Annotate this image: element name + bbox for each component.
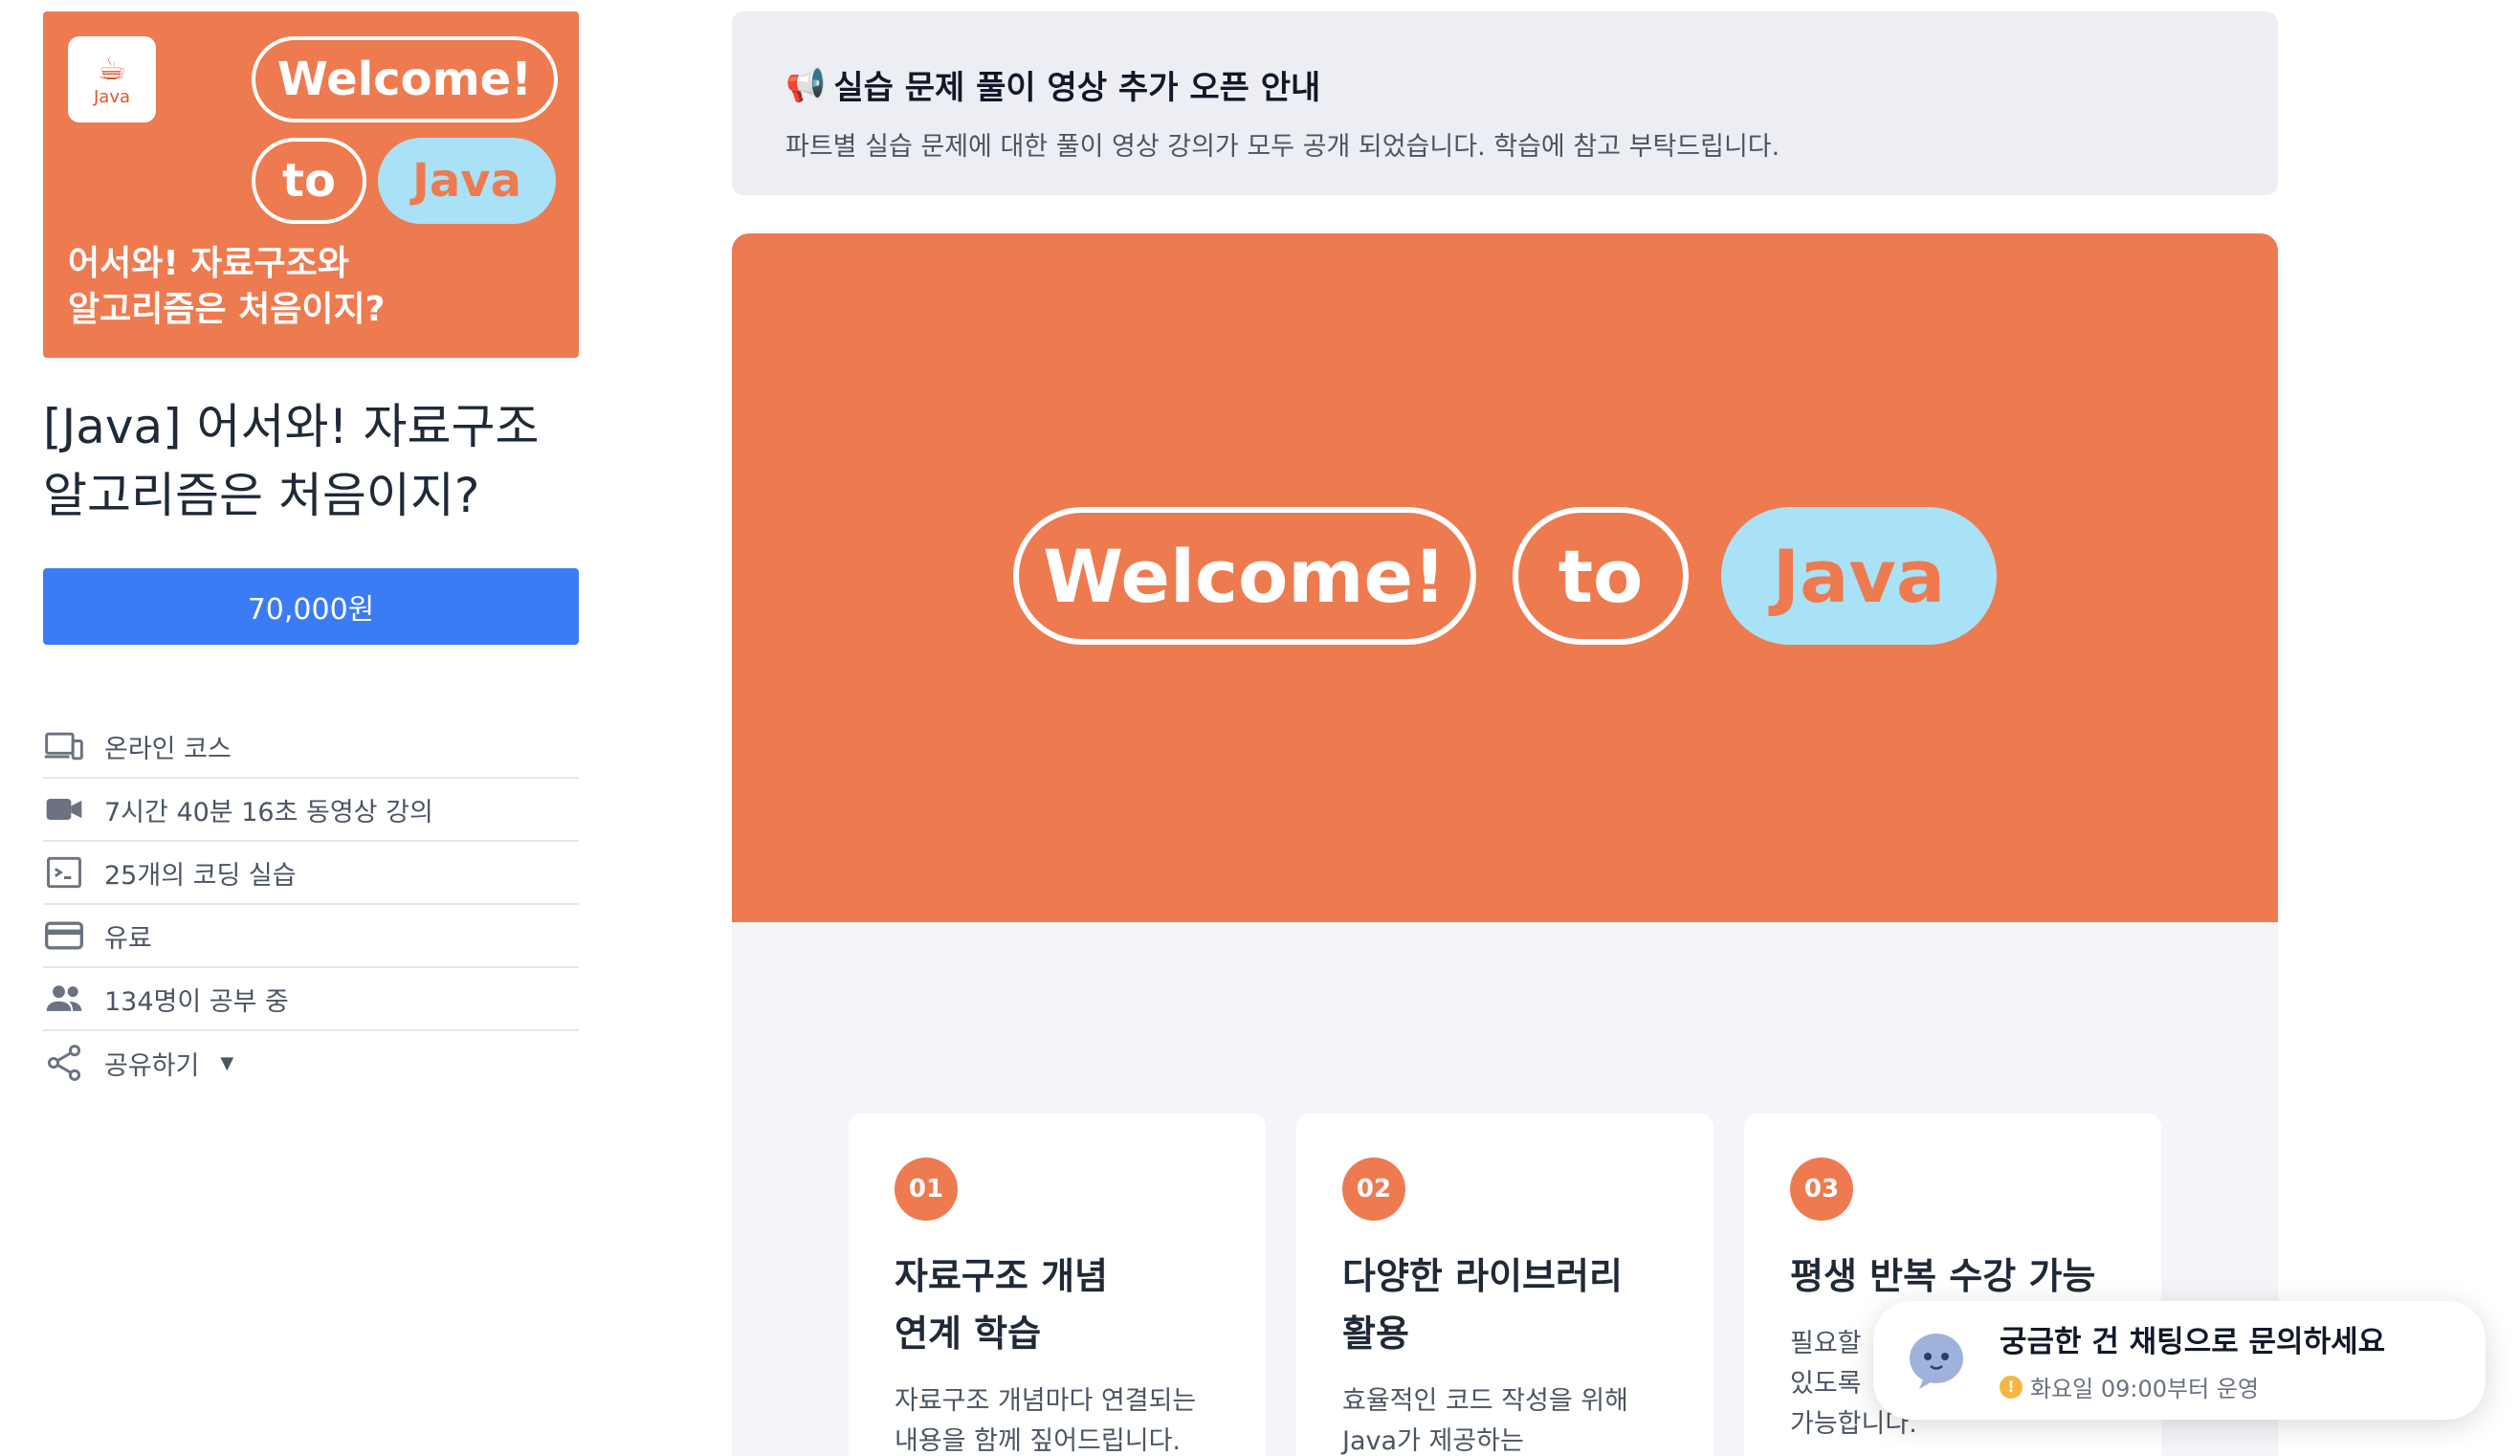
credit-card-icon — [43, 915, 85, 957]
chat-widget-button[interactable]: 궁금한 건 채팅으로 문의하세요 ! 화요일 09:00부터 운영 — [1873, 1301, 2486, 1420]
notice-title-row: 📢 실습 문제 풀이 영상 추가 오픈 안내 — [785, 61, 2224, 108]
info-item-students: 134명이 공부 중 — [43, 968, 579, 1031]
info-item-paid: 유료 — [43, 905, 579, 968]
java-logo-text: Java — [93, 86, 131, 107]
info-label: 유료 — [104, 923, 152, 954]
feature-description: 자료구조 개념마다 연결되는 내용을 함께 짚어드립니다. — [895, 1386, 1197, 1456]
megaphone-icon: 📢 — [785, 65, 827, 104]
feature-card: 01 자료구조 개념 연계 학습 자료구조 개념마다 연결되는 내용을 함께 짚… — [849, 1114, 1266, 1456]
feature-description: 효율적인 코드 작성을 위해 Java가 제공하는 — [1342, 1386, 1628, 1456]
course-info-list: 온라인 코스 7시간 40분 16초 동영상 강의 25개의 코딩 실습 유료 … — [43, 716, 579, 1094]
hero-bubble-java: Java — [1721, 507, 1997, 645]
chat-bot-icon — [1902, 1326, 1971, 1395]
hero-banner: Welcome! to Java — [732, 233, 2278, 922]
chat-hours: ! 화요일 09:00부터 운영 — [2000, 1370, 2385, 1403]
feature-title: 다양한 라이브러리 활용 — [1342, 1255, 1623, 1355]
chat-subtitle: 화요일 09:00부터 운영 — [2030, 1376, 2259, 1402]
course-sidebar: ☕ Java Welcome! to Java 어서와! 자료구조와 알고리즘은… — [43, 11, 579, 1094]
devices-icon — [43, 725, 85, 767]
feature-number-badge: 01 — [895, 1158, 958, 1221]
notice-title: 실습 문제 풀이 영상 추가 오픈 안내 — [833, 69, 1321, 107]
video-camera-icon — [43, 788, 85, 830]
course-thumbnail: ☕ Java Welcome! to Java 어서와! 자료구조와 알고리즘은… — [43, 11, 579, 358]
info-label: 온라인 코스 — [104, 734, 232, 764]
thumb-bubble-to: to — [252, 138, 366, 224]
people-icon — [43, 978, 85, 1020]
terminal-icon — [43, 851, 85, 893]
caret-down-icon: ▼ — [220, 1052, 234, 1073]
java-logo: ☕ Java — [68, 36, 156, 122]
purchase-button[interactable]: 70,000원 — [43, 568, 579, 645]
info-item-video-length: 7시간 40분 16초 동영상 강의 — [43, 779, 579, 842]
feature-title: 평생 반복 수강 가능 — [1790, 1255, 2096, 1297]
info-label: 25개의 코딩 실습 — [104, 860, 297, 891]
info-label: 134명이 공부 중 — [104, 986, 289, 1017]
warning-icon: ! — [2000, 1375, 2023, 1399]
share-icon — [43, 1042, 85, 1084]
hero-bubble-welcome: Welcome! — [1013, 507, 1476, 645]
info-label: 7시간 40분 16초 동영상 강의 — [104, 797, 433, 827]
course-title: [Java] 어서와! 자료구조 알고리즘은 처음이지? — [43, 399, 540, 523]
share-toggle[interactable]: 공유하기 ▼ — [43, 1031, 579, 1094]
hero-bubble-to: to — [1513, 507, 1689, 645]
thumbnail-caption: 어서와! 자료구조와 알고리즘은 처음이지? — [68, 244, 386, 329]
feature-number-badge: 02 — [1342, 1158, 1405, 1221]
info-item-online-course: 온라인 코스 — [43, 716, 579, 779]
thumb-bubble-java: Java — [378, 138, 556, 224]
chat-text-group: 궁금한 건 채팅으로 문의하세요 ! 화요일 09:00부터 운영 — [2000, 1317, 2385, 1403]
notice-banner: 📢 실습 문제 풀이 영상 추가 오픈 안내 파트별 실습 문제에 대한 풀이 … — [732, 11, 2278, 195]
info-item-coding-practice: 25개의 코딩 실습 — [43, 842, 579, 905]
thumb-bubble-welcome: Welcome! — [252, 36, 558, 122]
feature-number-badge: 03 — [1790, 1158, 1853, 1221]
coffee-cup-icon: ☕ — [97, 49, 127, 88]
notice-text: 파트별 실습 문제에 대한 풀이 영상 강의가 모두 공개 되었습니다. 학습에… — [785, 132, 1780, 162]
feature-card: 02 다양한 라이브러리 활용 효율적인 코드 작성을 위해 Java가 제공하… — [1296, 1114, 1713, 1456]
feature-title: 자료구조 개념 연계 학습 — [895, 1255, 1108, 1355]
chat-title: 궁금한 건 채팅으로 문의하세요 — [2000, 1325, 2386, 1359]
info-label: 공유하기 — [104, 1050, 200, 1081]
